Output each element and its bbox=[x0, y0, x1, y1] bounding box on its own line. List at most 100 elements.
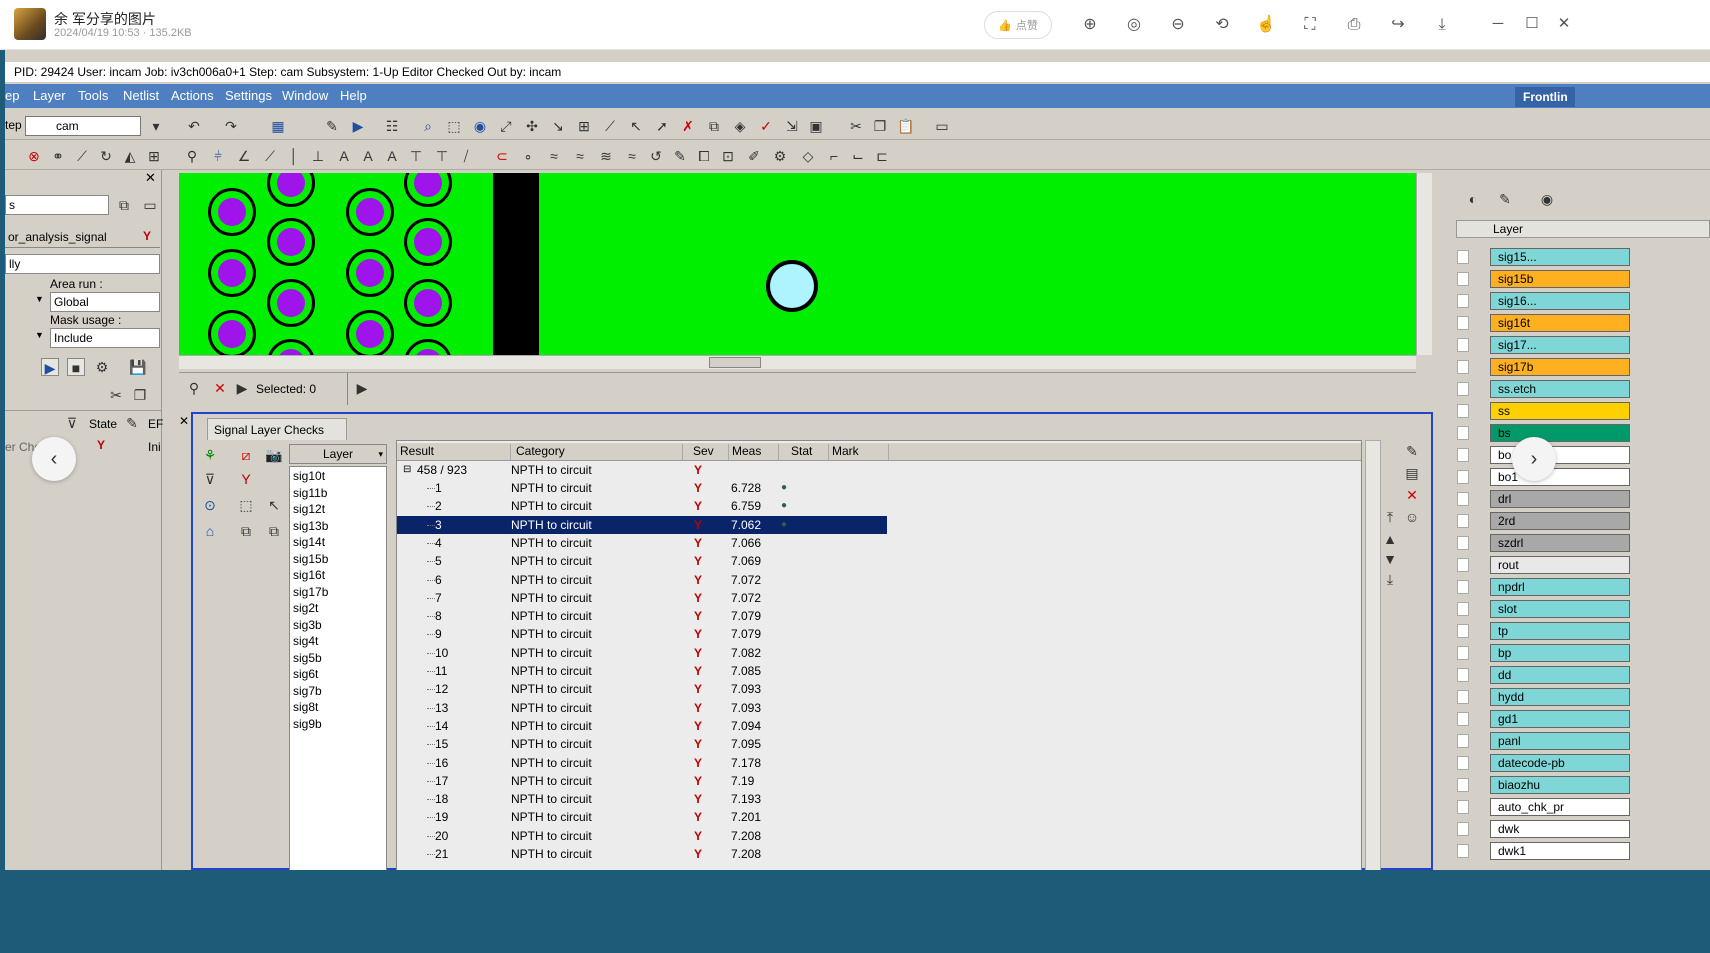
zoom-in-icon[interactable]: ⊕ bbox=[1078, 13, 1102, 37]
hscroll-thumb[interactable] bbox=[709, 357, 761, 368]
gear-icon[interactable]: ⚙ bbox=[771, 147, 789, 165]
rotate-icon[interactable]: ⟲ bbox=[1210, 13, 1234, 37]
stop-icon[interactable]: ⊗ bbox=[25, 147, 43, 165]
layer-visibility-checkbox[interactable] bbox=[1457, 668, 1469, 682]
slash-icon[interactable]: ⟋ bbox=[261, 147, 279, 165]
table-row-root[interactable]: ⊟ 458 / 923 NPTH to circuit Y bbox=[397, 461, 887, 479]
col-result[interactable]: Result bbox=[397, 444, 511, 460]
box2-icon[interactable]: ⊡ bbox=[719, 147, 737, 165]
arrow-icon[interactable]: ↖ bbox=[265, 496, 283, 514]
layer-name[interactable]: tp bbox=[1490, 622, 1630, 640]
mirror-icon[interactable]: ◭ bbox=[121, 147, 139, 165]
check-row-icon[interactable]: Y bbox=[97, 438, 105, 452]
table-row[interactable]: 2 NPTH to circuit Y 6.759 ● bbox=[397, 497, 887, 515]
menu-step[interactable]: ep bbox=[5, 88, 19, 103]
layer-visibility-checkbox[interactable] bbox=[1457, 624, 1469, 638]
table-row[interactable]: 21 NPTH to circuit Y 7.208 bbox=[397, 845, 887, 863]
layer-row[interactable]: bo1 bbox=[1452, 466, 1710, 488]
layer-visibility-checkbox[interactable] bbox=[1457, 558, 1469, 572]
close-check-panel-icon[interactable]: ✕ bbox=[179, 414, 189, 428]
menu-settings[interactable]: Settings bbox=[225, 88, 272, 103]
list-item[interactable]: sig2t bbox=[293, 601, 318, 615]
layer-list[interactable]: sig10t sig11b sig12t sig13b sig14t sig15… bbox=[289, 466, 387, 870]
list-item[interactable]: sig11b bbox=[293, 486, 327, 500]
export-icon[interactable]: ⇲ bbox=[783, 117, 801, 135]
tab-signal-layer-checks[interactable]: Signal Layer Checks bbox=[207, 418, 347, 440]
download-icon[interactable]: ⤓ bbox=[1430, 13, 1454, 37]
layers-icon[interactable]: ◐ bbox=[1464, 190, 1482, 208]
edit-layer-icon[interactable]: ✎ bbox=[1496, 190, 1514, 208]
layer-name[interactable]: sig15... bbox=[1490, 248, 1630, 266]
list-item[interactable]: sig13b bbox=[293, 519, 328, 533]
layer-row[interactable]: rout bbox=[1452, 554, 1710, 576]
next-icon[interactable]: ▶ bbox=[233, 379, 251, 397]
list-item[interactable]: sig14t bbox=[293, 535, 325, 549]
layer-row[interactable]: ss bbox=[1452, 400, 1710, 422]
area-run-select[interactable]: Global bbox=[50, 292, 160, 312]
print-icon[interactable]: ⎙ bbox=[1342, 13, 1366, 37]
layer-name[interactable]: bo1 bbox=[1490, 468, 1630, 486]
grid-icon[interactable]: ⊞ bbox=[575, 117, 593, 135]
layer-name[interactable]: drl bbox=[1490, 490, 1630, 508]
col-meas[interactable]: Meas bbox=[729, 444, 779, 460]
layer-row[interactable]: 2rd bbox=[1452, 510, 1710, 532]
pencil-icon[interactable]: ✎ bbox=[1403, 442, 1421, 460]
filter-icon[interactable]: ⊽ bbox=[63, 414, 81, 432]
layer-column-header[interactable]: Layer ▾ bbox=[289, 444, 387, 464]
table-row[interactable]: 13 NPTH to circuit Y 7.093 bbox=[397, 699, 887, 717]
layer-row[interactable]: bo bbox=[1452, 444, 1710, 466]
terminal-icon[interactable]: ▭ bbox=[933, 117, 951, 135]
actual-size-icon[interactable]: ◎ bbox=[1122, 13, 1146, 37]
layer-visibility-checkbox[interactable] bbox=[1457, 778, 1469, 792]
layer-visibility-checkbox[interactable] bbox=[1457, 580, 1469, 594]
mask-usage-select[interactable]: Include bbox=[50, 328, 160, 348]
layer-visibility-checkbox[interactable] bbox=[1457, 844, 1469, 858]
results-vscrollbar[interactable] bbox=[1365, 440, 1381, 870]
person-icon[interactable]: ☺ bbox=[1403, 508, 1421, 526]
menu-window[interactable]: Window bbox=[282, 88, 328, 103]
expand-icon[interactable]: ▶ bbox=[353, 379, 371, 397]
layer-row[interactable]: sig16... bbox=[1452, 290, 1710, 312]
tool-icon[interactable]: ✂ bbox=[107, 386, 125, 404]
stop-run-icon[interactable]: ■ bbox=[67, 358, 85, 376]
cross-icon[interactable]: ⫩ bbox=[209, 147, 227, 165]
table-row[interactable]: 1 NPTH to circuit Y 6.728 ● bbox=[397, 479, 887, 497]
down-icon[interactable]: ▼ bbox=[1381, 550, 1399, 568]
menu-netlist[interactable]: Netlist bbox=[123, 88, 159, 103]
list-item[interactable]: sig5b bbox=[293, 651, 322, 665]
layer-name[interactable]: panl bbox=[1490, 732, 1630, 750]
menu-tools[interactable]: Tools bbox=[78, 88, 108, 103]
list-item[interactable]: sig17b bbox=[293, 585, 328, 599]
menu-layer[interactable]: Layer bbox=[33, 88, 66, 103]
layer-tool-icon[interactable]: ⧉ bbox=[237, 522, 255, 540]
table-row[interactable]: 9 NPTH to circuit Y 7.079 bbox=[397, 625, 887, 643]
layer-row[interactable]: dwk bbox=[1452, 818, 1710, 840]
layer-visibility-checkbox[interactable] bbox=[1457, 822, 1469, 836]
area-run-dropdown-icon[interactable]: ▼ bbox=[35, 294, 44, 304]
layer-visibility-checkbox[interactable] bbox=[1457, 646, 1469, 660]
step-select[interactable]: cam bbox=[25, 116, 141, 136]
table-row[interactable]: 6 NPTH to circuit Y 7.072 bbox=[397, 571, 887, 589]
pen-icon[interactable]: ✎ bbox=[671, 147, 689, 165]
shape-icon[interactable]: ◇ bbox=[799, 147, 817, 165]
layer-row[interactable]: panl bbox=[1452, 730, 1710, 752]
col-sev[interactable]: Sev bbox=[681, 444, 729, 460]
table-row[interactable]: 20 NPTH to circuit Y 7.208 bbox=[397, 827, 887, 845]
table-row[interactable]: 16 NPTH to circuit Y 7.178 bbox=[397, 754, 887, 772]
layer-visibility-checkbox[interactable] bbox=[1457, 492, 1469, 506]
list-item[interactable]: sig15b bbox=[293, 552, 328, 566]
frame-icon[interactable]: ▣ bbox=[807, 117, 825, 135]
rotate-tool-icon[interactable]: ↻ bbox=[97, 147, 115, 165]
layer-row[interactable]: bs bbox=[1452, 422, 1710, 444]
close-panel-icon[interactable]: ✕ bbox=[145, 170, 156, 186]
layer-name[interactable]: bs bbox=[1490, 424, 1630, 442]
pin-icon[interactable]: ⚲ bbox=[183, 147, 201, 165]
line-icon[interactable]: ⟋ bbox=[73, 147, 91, 165]
remove-icon[interactable]: ✕ bbox=[1403, 486, 1421, 504]
layer-row[interactable]: hydd bbox=[1452, 686, 1710, 708]
doc-icon[interactable]: ▤ bbox=[1403, 464, 1421, 482]
layer-visibility-checkbox[interactable] bbox=[1457, 404, 1469, 418]
list-item[interactable]: sig10t bbox=[293, 469, 325, 483]
text-a-icon[interactable]: A bbox=[335, 147, 353, 165]
tree-icon[interactable]: ⚘ bbox=[201, 446, 219, 464]
